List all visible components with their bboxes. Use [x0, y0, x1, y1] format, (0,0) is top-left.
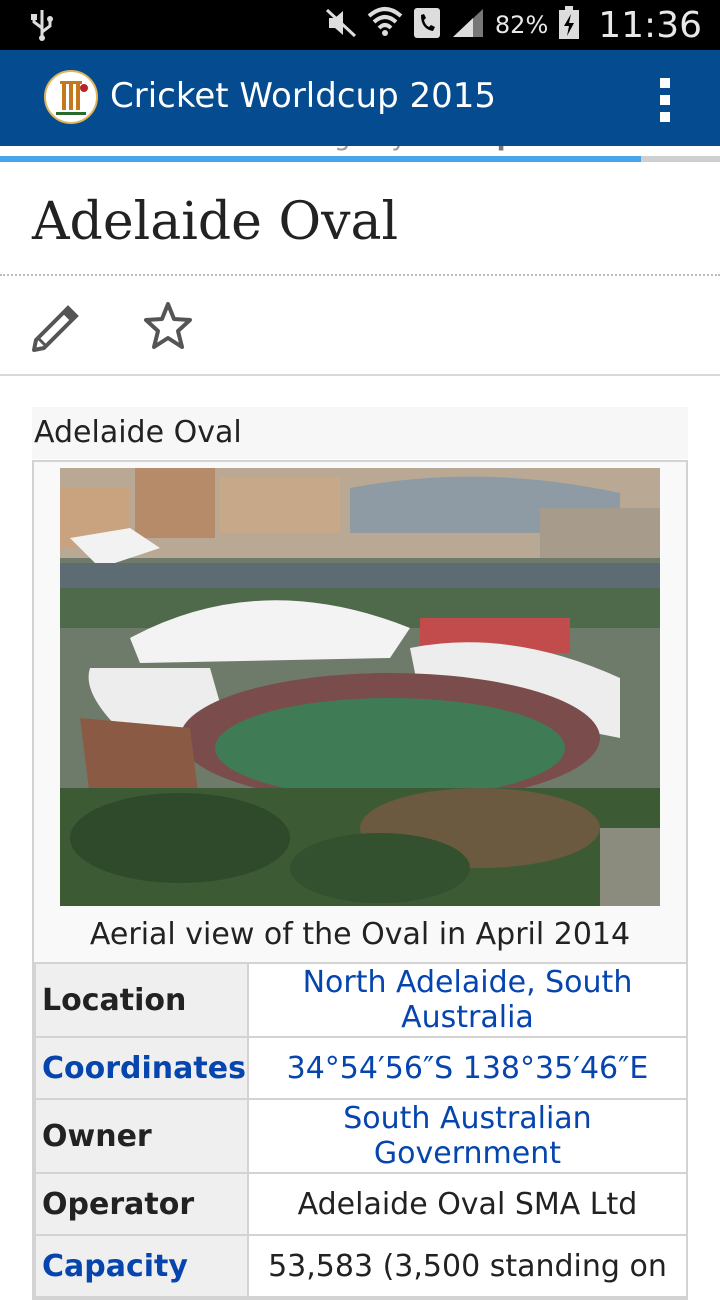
row-label-owner: Owner [34, 1098, 249, 1174]
title-divider [0, 274, 720, 276]
operator-value: Adelaide Oval SMA Ltd [246, 1172, 689, 1236]
clock: 11:36 [598, 4, 702, 46]
infobox-caption: Adelaide Oval [32, 407, 688, 459]
table-row: Capacity 53,583 (3,500 standing on [34, 1234, 689, 1298]
table-row: Operator Adelaide Oval SMA Ltd [34, 1172, 689, 1236]
location-link[interactable]: North Adelaide, South Australia [246, 962, 689, 1038]
pencil-icon[interactable] [30, 300, 82, 356]
app-bar: Cricket Worldcup 2015 [0, 50, 720, 146]
infobox-table: Location North Adelaide, South Australia… [34, 962, 689, 1298]
call-icon [413, 7, 441, 43]
row-label-location: Location [34, 962, 249, 1038]
coordinates-label-link[interactable]: Coordinates [34, 1036, 249, 1100]
owner-link[interactable]: South Australian Government [246, 1098, 689, 1174]
row-label-operator: Operator [34, 1172, 249, 1236]
battery-percent: 82% [494, 11, 549, 39]
wifi-icon [367, 6, 403, 44]
cricket-worldcup-logo-icon[interactable] [44, 70, 98, 124]
battery-charging-icon [558, 6, 580, 44]
stadium-aerial-photo[interactable] [60, 468, 660, 906]
photo-caption: Aerial view of the Oval in April 2014 [89, 917, 631, 952]
actions-divider [0, 374, 720, 376]
usb-icon [30, 8, 54, 46]
capacity-value: 53,583 (3,500 standing on [246, 1234, 689, 1298]
star-icon[interactable] [142, 300, 194, 356]
mute-icon [325, 8, 357, 42]
overflow-menu-icon[interactable] [650, 78, 680, 122]
app-title: Cricket Worldcup 2015 [110, 76, 496, 116]
capacity-label-link[interactable]: Capacity [34, 1234, 249, 1298]
page-load-progress [0, 156, 720, 162]
status-icons: 82% 11:36 [325, 0, 702, 50]
status-bar: 82% 11:36 [0, 0, 720, 50]
infobox: Aerial view of the Oval in April 2014 Lo… [32, 460, 689, 1300]
table-row: Location North Adelaide, South Australia [34, 962, 689, 1038]
coordinates-link[interactable]: 34°54′56″S 138°35′46″E [246, 1036, 689, 1100]
page-title: Adelaide Oval [32, 192, 399, 252]
page-actions [0, 296, 720, 356]
table-row: Owner South Australian Government [34, 1098, 689, 1174]
page-load-progress-fill [0, 156, 641, 162]
table-row: Coordinates 34°54′56″S 138°35′46″E [34, 1036, 689, 1100]
signal-icon [451, 7, 485, 43]
